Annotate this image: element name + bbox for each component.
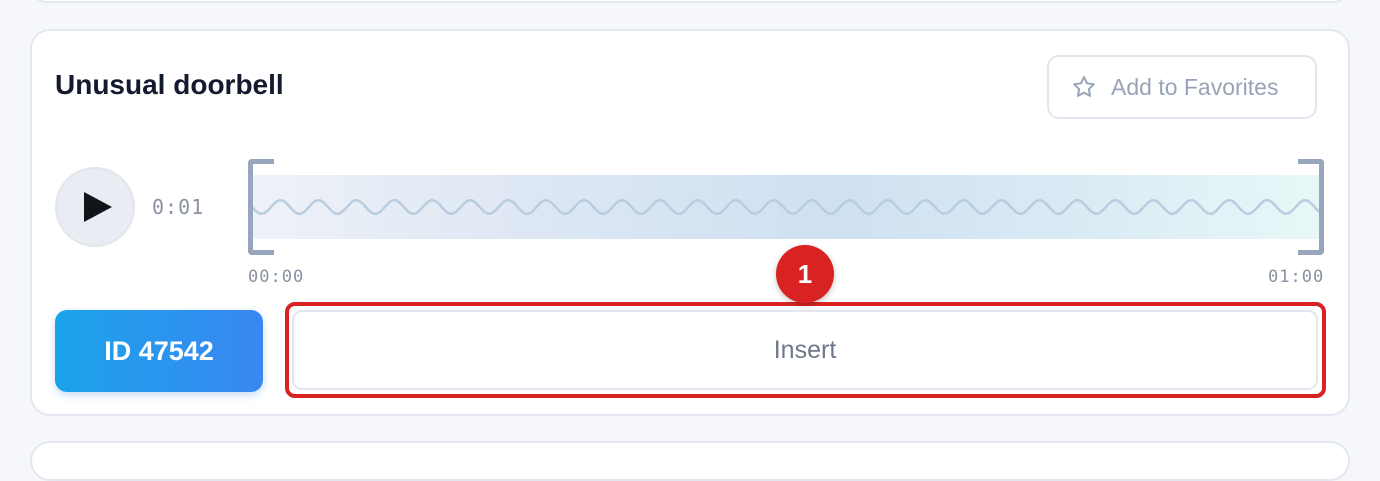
trim-start-handle[interactable] (248, 159, 274, 255)
trim-end-handle[interactable] (1298, 159, 1324, 255)
sound-id-button[interactable]: ID 47542 (55, 310, 263, 392)
next-card (30, 441, 1350, 481)
annotation-badge: 1 (776, 245, 834, 303)
waveform (252, 198, 1320, 216)
sound-title: Unusual doorbell (55, 69, 284, 100)
add-to-favorites-label: Add to Favorites (1111, 73, 1279, 100)
sound-card: Unusual doorbell Add to Favorites 0:01 0… (30, 29, 1350, 416)
star-outline-icon (1073, 76, 1095, 97)
previous-card (30, 0, 1350, 3)
insert-button[interactable]: Insert (292, 310, 1318, 390)
current-time: 0:01 (152, 195, 205, 219)
play-button[interactable] (55, 167, 135, 247)
timeline-end-label: 01:00 (1268, 267, 1325, 287)
waveform-track[interactable] (252, 175, 1320, 239)
timeline-start-label: 00:00 (248, 267, 305, 287)
play-icon (83, 192, 112, 222)
add-to-favorites-button[interactable]: Add to Favorites (1047, 55, 1317, 119)
